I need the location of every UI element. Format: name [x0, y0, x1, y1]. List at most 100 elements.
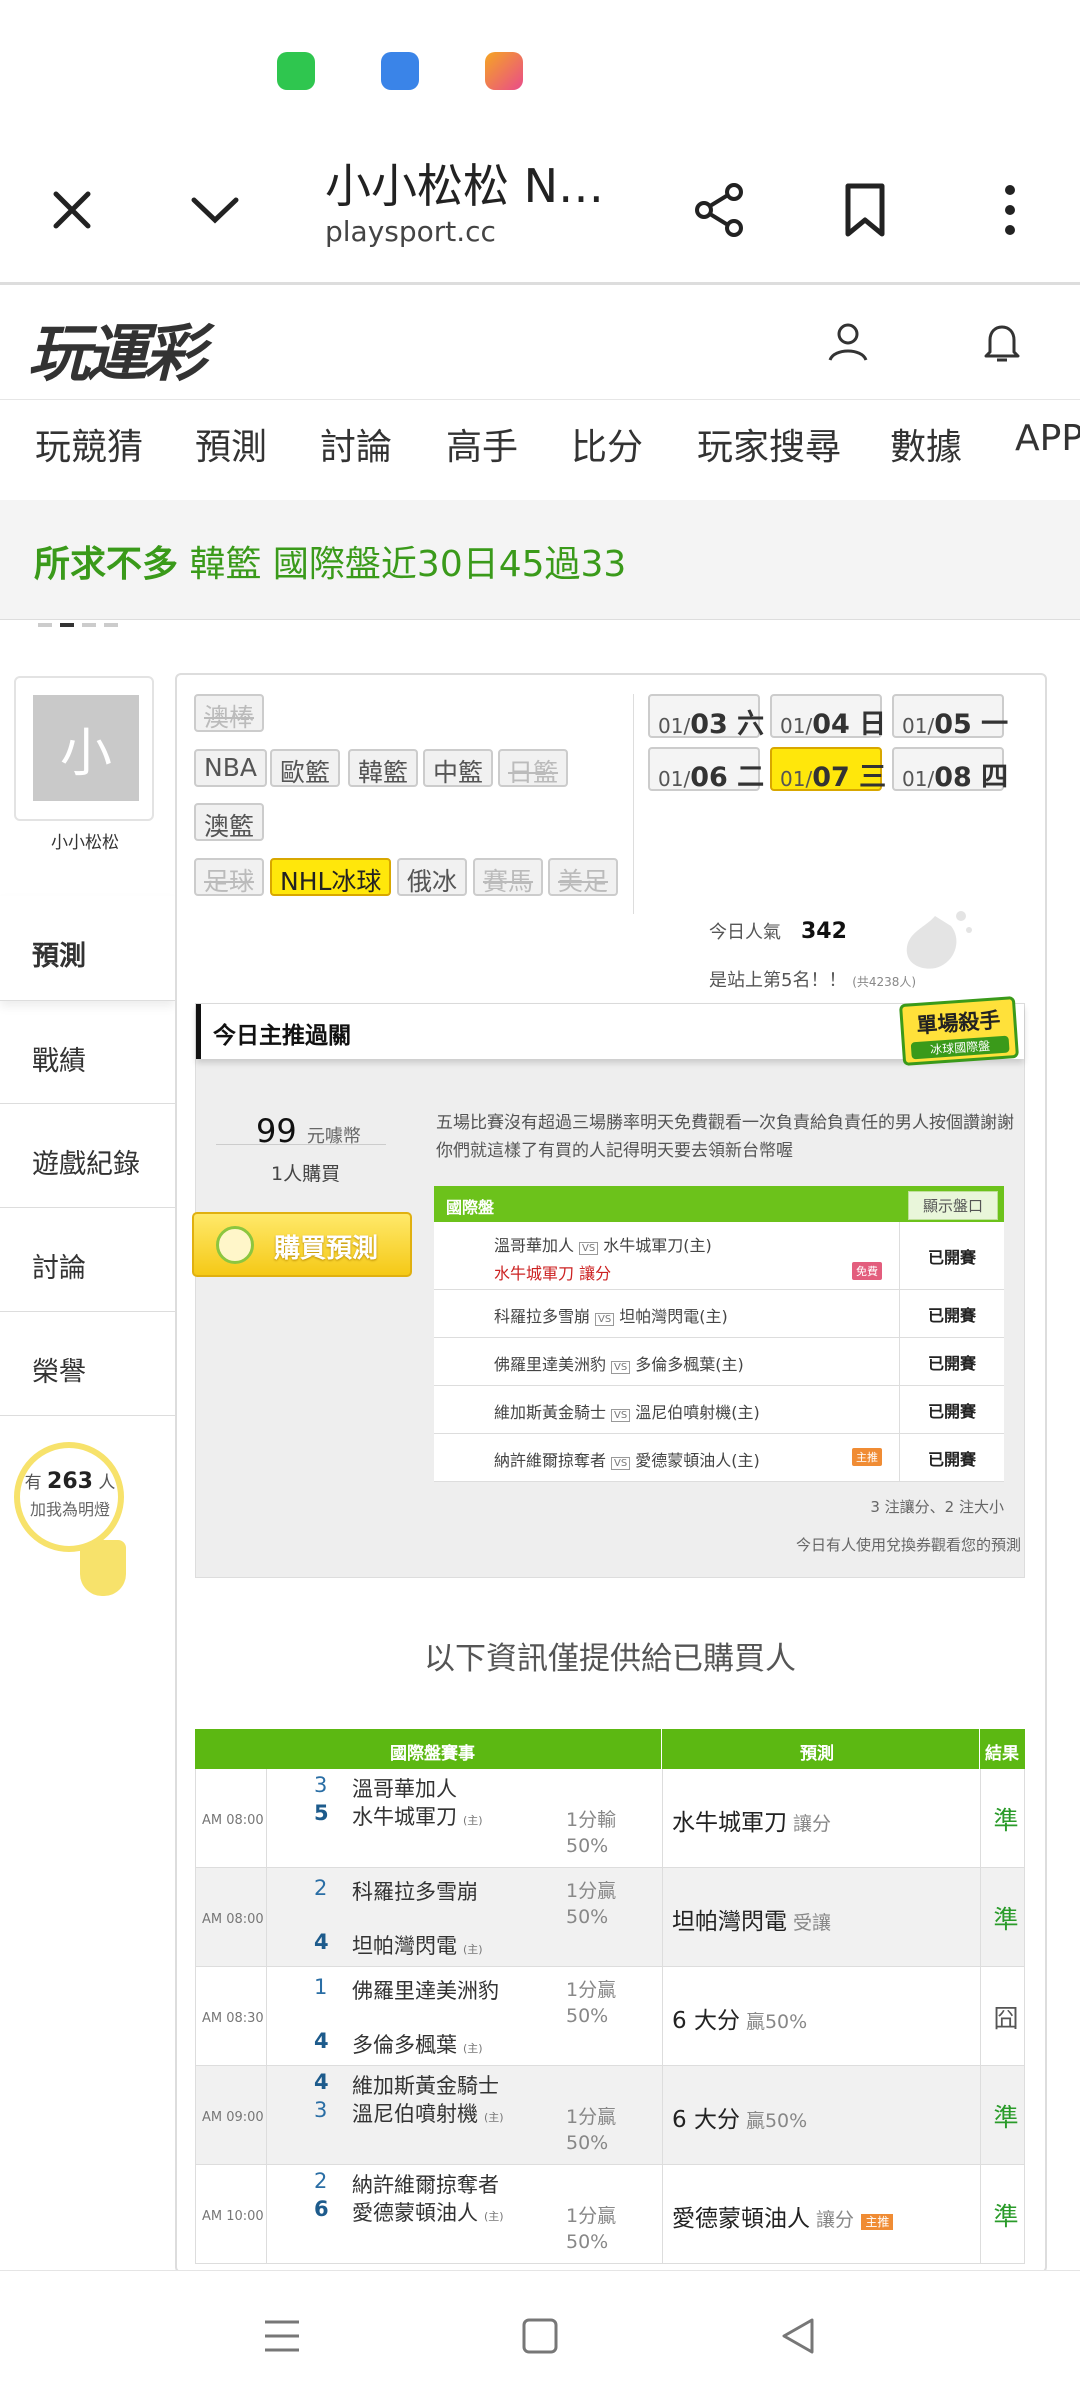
system-nav-bar — [0, 2270, 1080, 2400]
profile-sidebar: 小 小小松松 預測 戰績 遊戲紀錄 討論 榮譽 有 263 人 加我為明燈 — [0, 670, 175, 2270]
sport-tag[interactable]: 賽馬 — [473, 858, 544, 896]
result-mark: 準 — [993, 2103, 1019, 2132]
nav-item[interactable]: 比分 — [571, 418, 643, 470]
pick-table-header: 國際盤 顯示盤口 — [434, 1186, 1004, 1222]
close-icon[interactable] — [37, 175, 107, 245]
free-chip: 免費 — [852, 1262, 882, 1280]
sport-tag[interactable]: 美足 — [548, 858, 619, 896]
app-store-icon — [277, 52, 315, 90]
ticker-text: 所求不多 韓籃 國際盤近30日45過33 — [34, 535, 626, 587]
ticker-banner[interactable]: 所求不多 韓籃 國際盤近30日45過33 — [0, 500, 1080, 627]
menu-discussion[interactable]: 討論 — [0, 1208, 175, 1312]
more-options-icon[interactable] — [975, 175, 1045, 245]
sport-tag[interactable]: NBA — [194, 749, 267, 787]
result-row: AM 10:00 2 納許維爾掠奪者 6 愛德蒙頓油人 (主) 1分贏 50% 愛德… — [195, 2165, 1025, 2264]
user-icon[interactable] — [826, 320, 870, 368]
result-mark: 囧 — [993, 2004, 1019, 2033]
follow-lamp[interactable]: 有 263 人 加我為明燈 — [14, 1442, 124, 1552]
share-icon[interactable] — [685, 175, 755, 245]
menu-predictions[interactable]: 預測 — [0, 896, 175, 1000]
date-tab[interactable]: 01/04 日 — [770, 694, 886, 740]
date-tab[interactable]: 01/03 六 — [648, 694, 764, 740]
buyer-count: 1人購買 — [271, 1163, 341, 1185]
result-row: AM 08:00 2 科羅拉多雪崩 4 坦帕灣閃電 (主) 1分贏 50% 坦帕灣閃… — [195, 1868, 1025, 1967]
sport-tag[interactable]: 澳棒 — [194, 694, 265, 732]
nav-item[interactable]: 數據 — [890, 418, 962, 470]
sport-tag[interactable]: 中籃 — [423, 749, 494, 787]
nav-item[interactable]: 預測 — [195, 418, 267, 470]
ticker-headline: 所求不多 — [34, 544, 179, 585]
killer-badge: 單場殺手 冰球國際盤 — [898, 996, 1020, 1066]
pick-summary: 3 注讓分、2 注大小 — [870, 1498, 1004, 1516]
game-time: AM 09:00 — [202, 2110, 264, 2125]
game-status: 已開賽 — [899, 1290, 1004, 1337]
menu-honors[interactable]: 榮譽 — [0, 1312, 175, 1416]
popularity-value: 342 — [801, 919, 847, 944]
site-header: 玩運彩 — [0, 285, 1080, 400]
sport-tag[interactable]: 俄冰 — [397, 858, 468, 896]
avatar[interactable]: 小 — [14, 676, 154, 821]
result-row: AM 08:00 3 溫哥華加人 5 水牛城軍刀 (主) 1分輸 50% 水牛城軍刀… — [195, 1769, 1025, 1868]
ticker-detail: 韓籃 國際盤近30日45過33 — [189, 544, 627, 585]
fans-count: 263 — [47, 1469, 93, 1494]
nav-item[interactable]: 玩競猜 — [35, 418, 143, 470]
avatar-initial: 小 — [33, 695, 139, 801]
game-time: AM 10:00 — [202, 2209, 264, 2224]
pick-description: 五場比賽沒有超過三場勝率明天免費觀看一次負責給負責任的男人按個讚謝謝你們就這樣了… — [436, 1113, 1014, 1161]
home-icon[interactable] — [520, 2316, 560, 2360]
pick-row: 維加斯黃金騎士 VS 溫尼伯噴射機(主) 已開賽 — [434, 1386, 1004, 1434]
sport-tag[interactable]: 日籃 — [498, 749, 569, 787]
game-app-icon — [485, 52, 523, 90]
game-status: 已開賽 — [899, 1222, 1004, 1289]
sport-tag[interactable]: 韓籃 — [348, 749, 419, 787]
bookmark-icon[interactable] — [830, 175, 900, 245]
back-icon[interactable] — [778, 2316, 818, 2360]
fans-text: 加我為明燈 — [29, 1500, 110, 1519]
results-table: 國際盤賽事 預測 結果 AM 08:00 3 溫哥華加人 5 水牛城軍刀 (主) … — [195, 1729, 1025, 2264]
nav-item[interactable]: 討論 — [320, 418, 392, 470]
coin-icon — [216, 1226, 254, 1264]
result-mark: 準 — [993, 1806, 1019, 1835]
popularity: 今日人氣 342 — [709, 919, 847, 944]
show-odds-button[interactable]: 顯示盤口 — [907, 1191, 998, 1220]
nav-item[interactable]: APP — [1015, 418, 1080, 459]
game-time: AM 08:00 — [202, 1813, 264, 1828]
menu-game-history[interactable]: 遊戲紀錄 — [0, 1104, 175, 1208]
date-tab[interactable]: 01/06 二 — [648, 747, 764, 793]
sport-tag[interactable]: 足球 — [194, 858, 265, 896]
nav-item[interactable]: 玩家搜尋 — [697, 418, 841, 470]
sport-tag[interactable]: 歐籃 — [270, 749, 341, 787]
page-url[interactable]: playsport.cc — [325, 215, 496, 248]
prediction: 6 大分 贏50% — [672, 2107, 808, 2133]
browser-toolbar: 小小松松 N… playsport.cc — [0, 130, 1080, 285]
date-tab[interactable]: 01/05 一 — [892, 694, 1008, 740]
site-nav: 玩競猜 預測 討論 高手 比分 玩家搜尋 數據 APP — [0, 400, 1080, 500]
game-status: 已開賽 — [899, 1434, 1004, 1481]
prediction: 坦帕灣閃電 受讓 — [672, 1909, 832, 1935]
nav-item[interactable]: 高手 — [446, 418, 518, 470]
user-name: 小小松松 — [51, 833, 119, 853]
bell-icon[interactable] — [982, 320, 1022, 370]
chevron-down-icon[interactable] — [180, 175, 250, 245]
game-status: 已開賽 — [899, 1386, 1004, 1433]
ticker-pager — [38, 612, 126, 631]
result-row: AM 09:00 4 維加斯黃金騎士 3 溫尼伯噴射機 (主) 1分贏 50% 6 … — [195, 2066, 1025, 2165]
menu-record[interactable]: 戰績 — [0, 1000, 175, 1104]
site-logo[interactable]: 玩運彩 — [28, 303, 206, 393]
recent-apps-icon[interactable] — [262, 2316, 302, 2360]
date-tab-active[interactable]: 01/07 三 — [770, 747, 886, 793]
result-mark: 準 — [993, 1905, 1019, 1934]
voucher-note: 今日有人使用兌換券觀看您的預測 — [795, 1536, 1021, 1554]
pick-row: 科羅拉多雪崩 VS 坦帕灣閃電(主) 已開賽 — [434, 1290, 1004, 1338]
buy-prediction-button[interactable]: 購買預測 — [192, 1212, 412, 1277]
splash-icon — [895, 908, 975, 982]
prediction: 水牛城軍刀 讓分 — [672, 1810, 832, 1836]
result-mark: 準 — [993, 2202, 1019, 2231]
sport-tag-active[interactable]: NHL冰球 — [270, 858, 392, 896]
date-tab[interactable]: 01/08 四 — [892, 747, 1008, 793]
status-bar — [0, 0, 1080, 130]
page-title[interactable]: 小小松松 N… — [325, 150, 604, 216]
sport-tag[interactable]: 澳籃 — [194, 803, 265, 841]
pick-row: 溫哥華加人 VS 水牛城軍刀(主) 水牛城軍刀 讓分 免費 已開賽 — [434, 1222, 1004, 1290]
game-status: 已開賽 — [899, 1338, 1004, 1385]
